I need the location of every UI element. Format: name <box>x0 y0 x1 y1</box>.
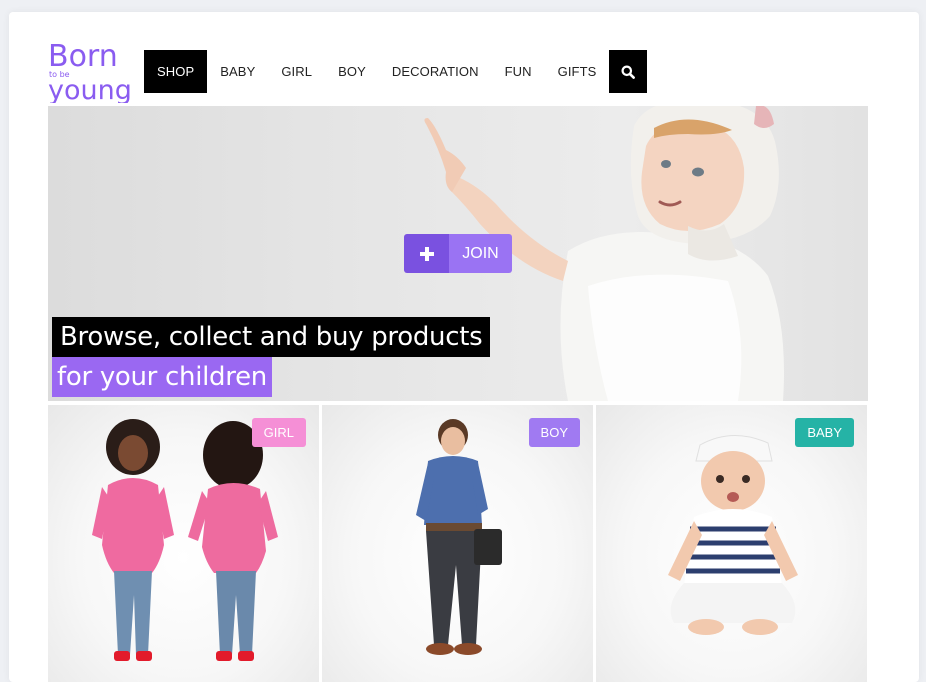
category-badge-baby[interactable]: BABY <box>795 418 854 447</box>
category-card-girl[interactable]: GIRL <box>48 405 319 682</box>
brand-logo[interactable]: Born to be young <box>48 39 132 106</box>
search-button[interactable] <box>609 50 648 93</box>
page-container: Born to be young SHOP BABY GIRL BOY DECO… <box>9 12 919 682</box>
search-icon <box>621 65 636 79</box>
nav-item-fun[interactable]: FUN <box>492 50 545 93</box>
nav-item-gifts[interactable]: GIFTS <box>545 50 610 93</box>
logo-mark: Born to be young <box>48 39 132 106</box>
category-badge-boy[interactable]: BOY <box>528 418 580 447</box>
category-badge-girl[interactable]: GIRL <box>251 418 306 447</box>
logo-line2: young <box>48 75 130 103</box>
hero-headline-line2: for your children <box>52 357 272 397</box>
category-card-baby[interactable]: BABY <box>596 405 867 682</box>
main-nav: SHOP BABY GIRL BOY DECORATION FUN GIFTS <box>144 50 648 93</box>
nav-item-baby[interactable]: BABY <box>207 50 268 93</box>
nav-item-boy[interactable]: BOY <box>325 50 379 93</box>
logo-line1: Born <box>48 39 118 74</box>
nav-item-decoration[interactable]: DECORATION <box>379 50 492 93</box>
plus-icon <box>404 234 449 273</box>
nav-item-shop[interactable]: SHOP <box>144 50 208 93</box>
join-label: JOIN <box>449 234 512 273</box>
hero-banner: JOIN Browse, collect and buy products fo… <box>48 106 868 401</box>
hero-headline-line1: Browse, collect and buy products <box>52 317 491 357</box>
nav-item-girl[interactable]: GIRL <box>268 50 325 93</box>
join-button[interactable]: JOIN <box>404 234 512 273</box>
category-card-boy[interactable]: BOY <box>322 405 593 682</box>
